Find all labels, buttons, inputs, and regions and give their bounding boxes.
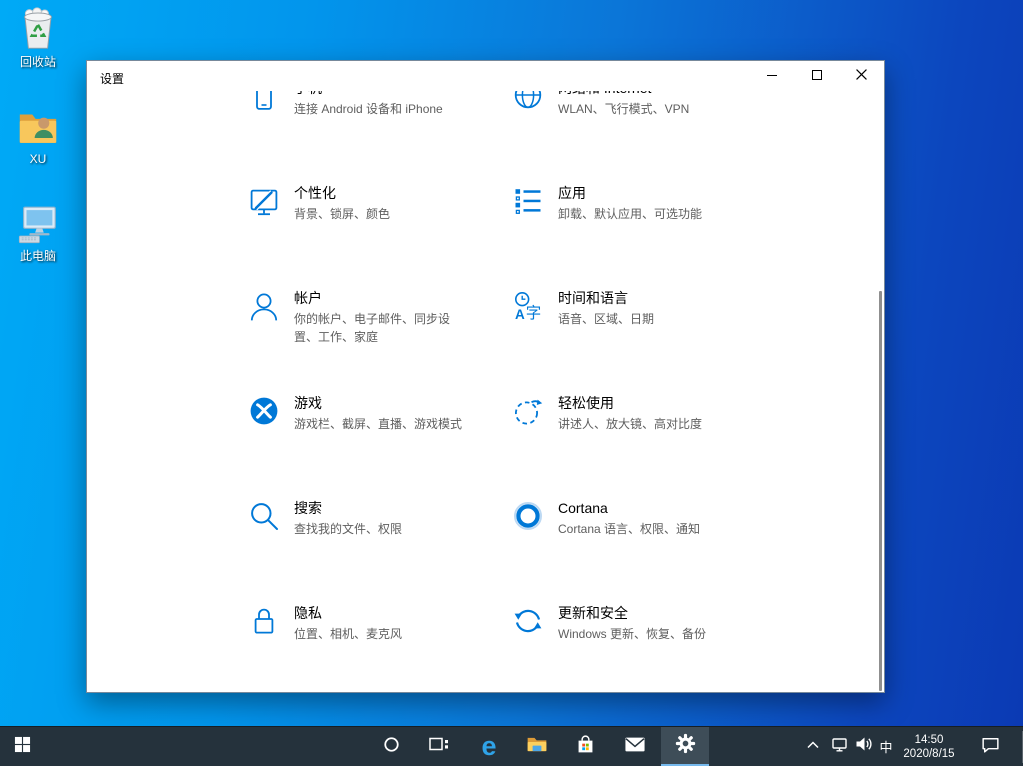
settings-taskbar-button[interactable]: [661, 727, 709, 766]
settings-item-time-language[interactable]: A字 时间和语言语音、区域、日期: [513, 289, 777, 394]
settings-item-title: 更新和安全: [558, 604, 730, 623]
window-title: 设置: [100, 70, 124, 87]
settings-item-subtitle: WLAN、飞行模式、VPN: [558, 100, 730, 118]
accounts-icon: [249, 291, 279, 321]
clock-date: 2020/8/15: [903, 747, 954, 761]
desktop-icon-label: 此电脑: [7, 249, 69, 263]
task-view-icon: [429, 735, 449, 758]
settings-item-cortana[interactable]: Cortana Cortana 语言、权限、通知: [513, 499, 777, 604]
settings-item-subtitle: 讲述人、放大镜、高对比度: [558, 415, 730, 433]
settings-category-grid: 手机连接 Android 设备和 iPhone 网络和 InternetWLAN…: [249, 79, 777, 693]
settings-item-subtitle: 卸载、默认应用、可选功能: [558, 205, 730, 223]
settings-item-accounts[interactable]: 帐户你的帐户、电子邮件、同步设置、工作、家庭: [249, 289, 513, 394]
store-icon: [575, 734, 596, 760]
gaming-icon: [249, 396, 279, 426]
settings-item-title: 搜索: [294, 499, 466, 518]
edge-taskbar-button[interactable]: e: [467, 727, 511, 766]
close-button[interactable]: [839, 61, 884, 91]
desktop-icon-this-pc[interactable]: 此电脑: [7, 201, 69, 263]
network-tray-button[interactable]: [828, 727, 854, 766]
privacy-icon: [249, 606, 279, 636]
settings-item-subtitle: 游戏栏、截屏、直播、游戏模式: [294, 415, 466, 433]
task-view-button[interactable]: [417, 727, 461, 766]
settings-item-subtitle: Windows 更新、恢复、备份: [558, 625, 730, 643]
start-button[interactable]: [0, 727, 44, 766]
desktop-icon-label: XU: [7, 152, 69, 166]
this-pc-icon: [7, 201, 69, 247]
recycle-bin-icon: [7, 5, 69, 53]
clock-time: 14:50: [915, 733, 944, 747]
ime-indicator[interactable]: 中: [874, 727, 898, 766]
settings-item-subtitle: 连接 Android 设备和 iPhone: [294, 100, 466, 118]
ime-indicator-label: 中: [879, 737, 892, 756]
settings-item-subtitle: 查找我的文件、权限: [294, 520, 466, 538]
settings-item-title: 隐私: [294, 604, 466, 623]
file-explorer-taskbar-button[interactable]: [515, 727, 559, 766]
personalization-icon: [249, 186, 279, 216]
desktop[interactable]: 回收站 XU: [0, 0, 1023, 726]
maximize-icon: [812, 67, 822, 85]
file-explorer-icon: [526, 735, 548, 759]
close-icon: [856, 67, 867, 85]
settings-item-subtitle: Cortana 语言、权限、通知: [558, 520, 730, 538]
settings-item-subtitle: 你的帐户、电子邮件、同步设置、工作、家庭: [294, 310, 466, 346]
volume-tray-button[interactable]: [852, 727, 876, 766]
settings-item-network[interactable]: 网络和 InternetWLAN、飞行模式、VPN: [513, 79, 777, 184]
settings-item-subtitle: 位置、相机、麦克风: [294, 625, 466, 643]
settings-gear-icon: [675, 733, 696, 759]
time-language-icon: A字: [513, 291, 543, 321]
screen: 回收站 XU: [0, 0, 1023, 766]
cortana-taskbar-button[interactable]: [369, 727, 413, 766]
settings-item-privacy[interactable]: 隐私位置、相机、麦克风: [249, 604, 513, 693]
mail-taskbar-button[interactable]: [613, 727, 657, 766]
cortana-circle-icon: [383, 736, 400, 758]
desktop-icon-user-folder[interactable]: XU: [7, 104, 69, 166]
settings-item-personalization[interactable]: 个性化背景、锁屏、颜色: [249, 184, 513, 289]
minimize-button[interactable]: [749, 61, 794, 91]
time-lang-letter-zi: 字: [526, 304, 542, 321]
window-titlebar[interactable]: 设置: [87, 61, 884, 91]
speaker-icon: [855, 736, 873, 757]
settings-item-gaming[interactable]: 游戏游戏栏、截屏、直播、游戏模式: [249, 394, 513, 499]
desktop-icon-recycle-bin[interactable]: 回收站: [7, 5, 69, 69]
action-center-icon: [980, 735, 1001, 759]
settings-item-ease-of-access[interactable]: 轻松使用讲述人、放大镜、高对比度: [513, 394, 777, 499]
maximize-button[interactable]: [794, 61, 839, 91]
search-icon: [249, 501, 279, 531]
cortana-icon: [513, 501, 543, 531]
settings-item-apps[interactable]: 应用卸载、默认应用、可选功能: [513, 184, 777, 289]
update-security-icon: [513, 606, 543, 636]
ease-of-access-icon: [513, 396, 543, 426]
settings-item-title: 轻松使用: [558, 394, 730, 413]
windows-logo-icon: [14, 736, 31, 758]
edge-icon: e: [481, 733, 496, 760]
apps-icon: [513, 186, 543, 216]
settings-item-title: 个性化: [294, 184, 466, 203]
store-taskbar-button[interactable]: [563, 727, 607, 766]
settings-item-title: 帐户: [294, 289, 466, 308]
tray-expand-button[interactable]: [799, 727, 827, 766]
minimize-icon: [767, 67, 777, 85]
settings-item-update-security[interactable]: 更新和安全 Windows 更新、恢复、备份: [513, 604, 777, 693]
settings-item-subtitle: 语音、区域、日期: [558, 310, 730, 328]
settings-item-phone[interactable]: 手机连接 Android 设备和 iPhone: [249, 79, 513, 184]
settings-item-title: 游戏: [294, 394, 466, 413]
scrollbar-thumb[interactable]: [879, 291, 882, 691]
action-center-button[interactable]: [972, 727, 1008, 766]
settings-item-title: 时间和语言: [558, 289, 730, 308]
settings-item-title: 应用: [558, 184, 730, 203]
settings-item-subtitle: 背景、锁屏、颜色: [294, 205, 466, 223]
settings-item-search[interactable]: 搜索查找我的文件、权限: [249, 499, 513, 604]
mail-icon: [624, 736, 646, 758]
settings-window: 手机连接 Android 设备和 iPhone 网络和 InternetWLAN…: [86, 60, 885, 693]
chevron-up-icon: [806, 738, 820, 756]
desktop-icon-label: 回收站: [7, 55, 69, 69]
taskbar: e 中 14:50 2020/8/15: [0, 726, 1023, 766]
user-folder-icon: [7, 104, 69, 150]
settings-item-title: Cortana: [558, 499, 730, 518]
clock[interactable]: 14:50 2020/8/15: [898, 727, 960, 766]
time-lang-letter-a: A: [515, 307, 525, 321]
network-tray-icon: [832, 736, 850, 758]
